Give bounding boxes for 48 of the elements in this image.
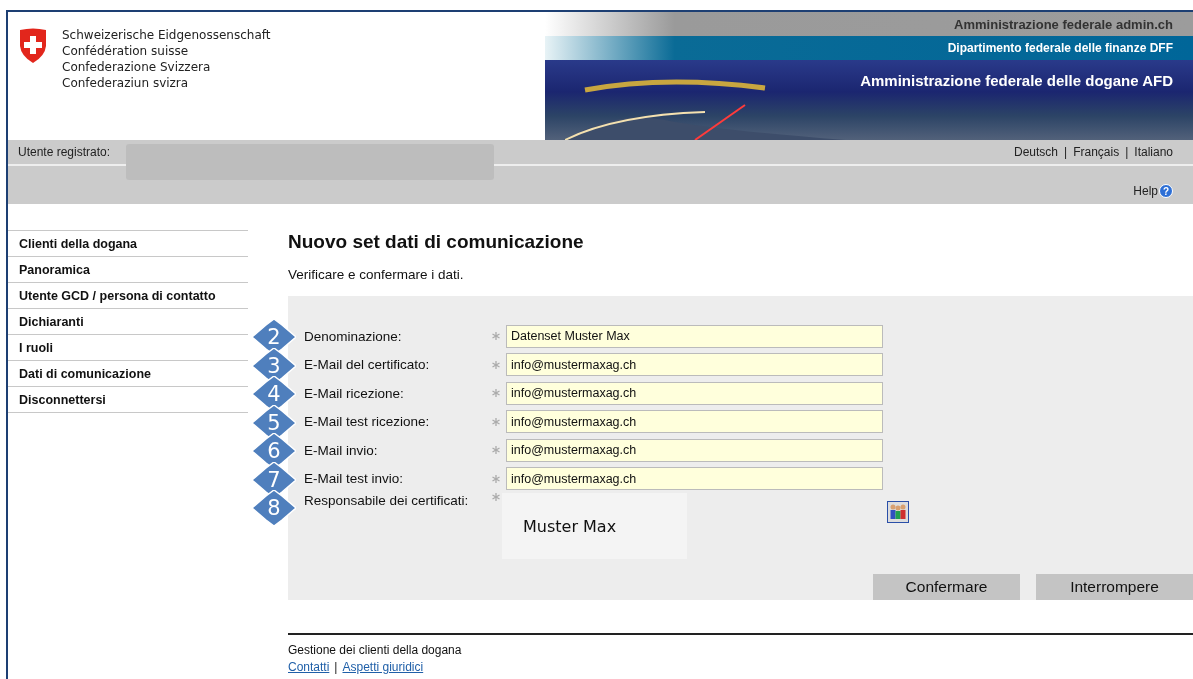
field-label: Responsabile dei certificati: bbox=[304, 493, 470, 509]
user-label: Utente registrato: bbox=[18, 145, 111, 159]
confederation-name: Schweizerische Eidgenossenschaft bbox=[62, 28, 271, 42]
number-badge: 8 bbox=[252, 490, 296, 527]
separator: | bbox=[334, 660, 338, 674]
sidebar-item[interactable]: Panoramica bbox=[8, 256, 248, 282]
input-field[interactable]: info@mustermaxag.ch bbox=[506, 438, 883, 462]
sidebar-item[interactable]: Disconnettersi bbox=[8, 386, 248, 413]
sidebar-item[interactable]: Dati di comunicazione bbox=[8, 360, 248, 386]
action-button[interactable]: Interrompere bbox=[1036, 574, 1193, 601]
sidebar-item[interactable]: I ruoli bbox=[8, 334, 248, 360]
swiss-shield-icon bbox=[18, 28, 48, 64]
people-icon bbox=[889, 503, 907, 522]
confederation-name: Confédération suisse bbox=[62, 44, 190, 58]
field-label: E-Mail invio: bbox=[304, 442, 379, 458]
field-label: Denominazione: bbox=[304, 328, 403, 344]
page-title: Nuovo set dati di comunicazione bbox=[288, 231, 585, 253]
field-label: E-Mail test invio: bbox=[304, 471, 405, 487]
confederation-name: Confederaziun svizra bbox=[62, 76, 190, 90]
input-field[interactable]: info@mustermaxag.ch bbox=[506, 467, 883, 491]
sidebar-item[interactable]: Dichiaranti bbox=[8, 308, 248, 334]
input-field[interactable]: Datenset Muster Max bbox=[506, 324, 883, 348]
sidebar-item[interactable]: Utente GCD / persona di contatto bbox=[8, 282, 248, 308]
help-icon: ? bbox=[1159, 184, 1173, 198]
department-title: Dipartimento federale delle finanze DFF bbox=[947, 41, 1173, 55]
language-link[interactable]: Deutsch bbox=[1014, 145, 1059, 159]
field-label: E-Mail ricezione: bbox=[304, 385, 405, 401]
action-button[interactable]: Confermare bbox=[873, 574, 1020, 601]
field-label: E-Mail test ricezione: bbox=[304, 414, 431, 430]
language-link[interactable]: Italiano bbox=[1134, 145, 1173, 159]
footer-text: Gestione dei clienti della dogana bbox=[288, 643, 463, 657]
language-link[interactable]: Français bbox=[1073, 145, 1120, 159]
admin-title: Amministrazione federale admin.ch bbox=[954, 16, 1173, 32]
separator: | bbox=[1125, 145, 1129, 159]
field-label: E-Mail del certificato: bbox=[304, 357, 431, 373]
confederation-name: Confederazione Svizzera bbox=[62, 60, 212, 74]
sidebar-item[interactable]: Clienti della dogana bbox=[8, 230, 248, 256]
instruction-text: Verificare e confermare i dati. bbox=[288, 267, 465, 282]
responsible-value: Muster Max bbox=[523, 516, 617, 536]
help-link[interactable]: Help ? bbox=[1133, 184, 1173, 198]
office-title: Amministrazione federale delle dogane AFD bbox=[860, 72, 1173, 89]
people-button[interactable] bbox=[887, 501, 909, 524]
input-field[interactable]: info@mustermaxag.ch bbox=[506, 353, 883, 377]
input-field[interactable]: info@mustermaxag.ch bbox=[506, 410, 883, 434]
footer-link[interactable]: Contatti bbox=[288, 660, 330, 674]
input-field[interactable]: info@mustermaxag.ch bbox=[506, 381, 883, 405]
separator: | bbox=[1064, 145, 1068, 159]
footer-link[interactable]: Aspetti giuridici bbox=[342, 660, 424, 674]
